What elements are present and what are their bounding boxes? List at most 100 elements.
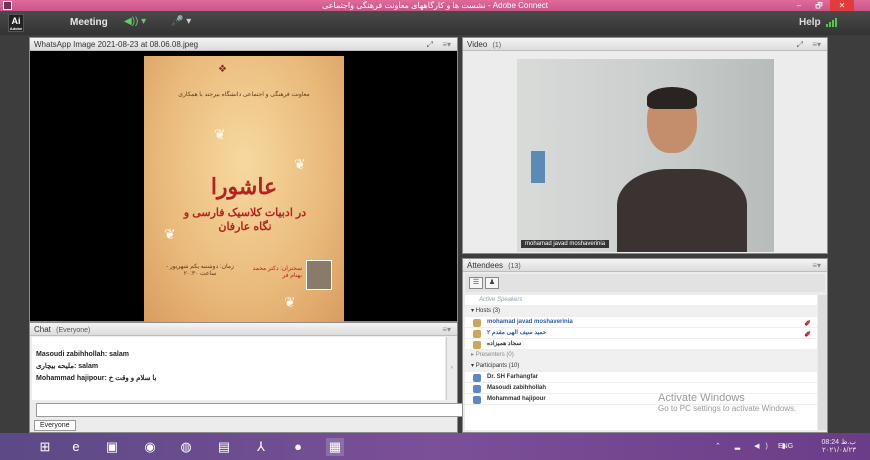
attendee-name: حمید سیف الهی مقدم ۲: [487, 330, 547, 336]
video-pod: Video (1) ⤢ ≡▾ mohamad javad moshaverini…: [462, 37, 828, 254]
ie-icon[interactable]: e: [67, 438, 85, 456]
fox-icon[interactable]: ●: [289, 438, 307, 456]
poster-emblem-icon: ❖: [218, 64, 227, 75]
share-pod: WhatsApp Image 2021-08-23 at 08.06.08.jp…: [29, 37, 458, 322]
attendee-name: سجاد همیزاده: [487, 341, 522, 347]
attendees-count: (13): [508, 263, 521, 270]
speaker-photo: [306, 260, 332, 290]
logo-mark: Ai: [11, 16, 21, 26]
video-name-tag: mohamad javad moshaverinia: [521, 240, 610, 248]
chat-input[interactable]: [36, 403, 466, 417]
chrome-icon[interactable]: ◍: [177, 438, 195, 456]
window-titlebar: نشست ها و کارگاههای معاونت فرهنگی واجتما…: [0, 0, 870, 11]
window-title: نشست ها و کارگاههای معاونت فرهنگی واجتما…: [322, 1, 548, 10]
hosts-header: Hosts (3): [475, 308, 501, 314]
chat-pod: Chat (Everyone) ≡▾ Masoudi zabihhollah: …: [29, 322, 486, 433]
shared-poster-image: ❖ معاونت فرهنگی و اجتماعی دانشگاه بیرجند…: [144, 56, 344, 322]
list-item[interactable]: mohamad javad moshaverinia ✐: [465, 317, 817, 328]
start-icon[interactable]: ⊞: [36, 438, 54, 456]
attendee-name: Dr. SH Farhangfar: [487, 374, 539, 380]
share-pod-title: WhatsApp Image 2021-08-23 at 08.06.08.jp…: [34, 40, 199, 49]
logo-sub: Adobe: [9, 26, 23, 31]
windows-taskbar: ⊞ e ▣ ◉ ◍ ▤ ⅄ ● ▦ ⌃ ▂ ◀) ▮ ENG 08:24 ب.ظ…: [0, 433, 870, 460]
poster-time-label: زمان: دوشنبه یکم شهریور - ساعت ۲۰:۳۰: [166, 264, 234, 277]
webcam-feed[interactable]: mohamad javad moshaverinia: [517, 59, 774, 252]
help-menu[interactable]: Help: [799, 17, 821, 28]
connect-menubar: Ai Adobe Meeting ◀)) ▾ 🎤 ▾ Help: [0, 11, 870, 35]
firefox-icon[interactable]: ◉: [141, 438, 159, 456]
share-pod-header: WhatsApp Image 2021-08-23 at 08.06.08.jp…: [30, 38, 457, 51]
close-button[interactable]: ✕: [830, 0, 854, 11]
attendee-scrollbar[interactable]: [818, 295, 827, 430]
shared-image-area: ❖ معاونت فرهنگی و اجتماعی دانشگاه بیرجند…: [30, 51, 457, 322]
speaker-control[interactable]: ◀)) ▾: [124, 16, 146, 30]
attendee-name: Masoudi zabihhollah: [487, 385, 547, 391]
participants-header: Participants (10): [475, 363, 520, 369]
adobe-logo: Ai Adobe: [8, 14, 24, 32]
language-indicator[interactable]: ENG: [778, 443, 793, 450]
activation-watermark: Activate Windows Go to PC settings to ac…: [658, 392, 796, 413]
feather-icon: ❦: [294, 156, 306, 172]
list-item[interactable]: حمید سیف الهی مقدم ۲ ✐: [465, 328, 817, 339]
minimize-button[interactable]: –: [790, 0, 808, 11]
host-icon: [473, 319, 481, 327]
watermark-line-1: Activate Windows: [658, 392, 745, 404]
active-speakers-label: Active Speakers: [479, 297, 523, 303]
feather-icon: ❦: [164, 226, 176, 242]
video-pod-title: Video: [467, 40, 488, 49]
chat-messages: Masoudi zabihhollah: salam ملیحه بیچاری:…: [32, 337, 445, 400]
attendee-name: Mohammad hajipour: [487, 396, 546, 402]
presenter-body: [617, 169, 747, 252]
list-item[interactable]: سجاد همیزاده: [465, 339, 817, 350]
video-area: mohamad javad moshaverinia: [463, 51, 827, 253]
status-view-icon[interactable]: ♟: [485, 277, 499, 289]
host-icon: [473, 330, 481, 338]
participant-icon: [473, 396, 481, 404]
microphone-control[interactable]: 🎤 ▾: [171, 16, 191, 30]
host-icon: [473, 341, 481, 349]
video-count: (1): [492, 42, 502, 49]
meeting-menu[interactable]: Meeting: [70, 17, 108, 28]
folder-icon[interactable]: ▤: [215, 438, 233, 456]
chat-pod-header: Chat (Everyone) ≡▾: [30, 323, 457, 336]
clock-date: ۲۰۲۱/۰۸/۲۳: [822, 447, 856, 454]
store-icon[interactable]: ▣: [103, 438, 121, 456]
participant-icon: [473, 385, 481, 393]
feather-icon: ❦: [284, 294, 296, 310]
presenters-section[interactable]: ▸ Presenters (0): [465, 350, 817, 361]
list-item[interactable]: Dr. SH Farhangfar: [465, 372, 817, 383]
pod-menu-icon[interactable]: ≡▾: [442, 38, 451, 51]
tab-everyone[interactable]: Everyone: [34, 420, 76, 431]
poster-speaker-label: سخنران: دکتر محمد بهنام فر: [252, 266, 302, 279]
presenters-header: Presenters (0): [475, 352, 514, 358]
feather-icon: ❦: [214, 126, 226, 142]
adobe-connect-icon[interactable]: ▦: [326, 438, 344, 456]
active-speakers-row: Active Speakers: [465, 295, 817, 306]
taskbar-clock[interactable]: 08:24 ب.ظ ۲۰۲۱/۰۸/۲۳: [798, 439, 856, 455]
fullscreen-icon[interactable]: ⤢: [797, 38, 803, 51]
video-pod-header: Video (1) ⤢ ≡▾: [463, 38, 827, 51]
chat-message: Masoudi zabihhollah: salam: [36, 351, 129, 358]
wall-poster: [531, 151, 545, 183]
chat-scrollbar[interactable]: ‹: [446, 337, 457, 400]
hosts-section[interactable]: ▾ Hosts (3): [465, 306, 817, 317]
poster-header-text: معاونت فرهنگی و اجتماعی دانشگاه بیرجند ب…: [178, 92, 310, 98]
watermark-line-2: Go to PC settings to activate Windows.: [658, 404, 797, 413]
chat-scope: (Everyone): [56, 327, 91, 334]
poster-main-title: عاشورا: [210, 174, 278, 200]
fullscreen-icon[interactable]: ⤢: [427, 38, 433, 51]
pod-menu-icon[interactable]: ≡▾: [812, 38, 821, 51]
maximize-button[interactable]: 🗗: [810, 0, 828, 11]
chat-message: ملیحه بیچاری: salam: [36, 363, 99, 370]
pod-menu-icon[interactable]: ≡▾: [812, 259, 821, 272]
list-view-icon[interactable]: ☰: [469, 277, 483, 289]
acrobat-icon[interactable]: ⅄: [252, 438, 270, 456]
attendees-pod-title: Attendees: [467, 261, 504, 270]
chat-message: Mohammad hajipour: با سلام و وقت خ: [36, 375, 157, 382]
connection-signal-icon: [826, 18, 837, 27]
attendees-pod-header: Attendees (13) ≡▾: [463, 259, 827, 272]
participant-icon: [473, 374, 481, 382]
participants-section[interactable]: ▾ Participants (10): [465, 361, 817, 372]
attendee-name: mohamad javad moshaverinia: [487, 319, 573, 325]
pod-menu-icon[interactable]: ≡▾: [442, 323, 451, 336]
